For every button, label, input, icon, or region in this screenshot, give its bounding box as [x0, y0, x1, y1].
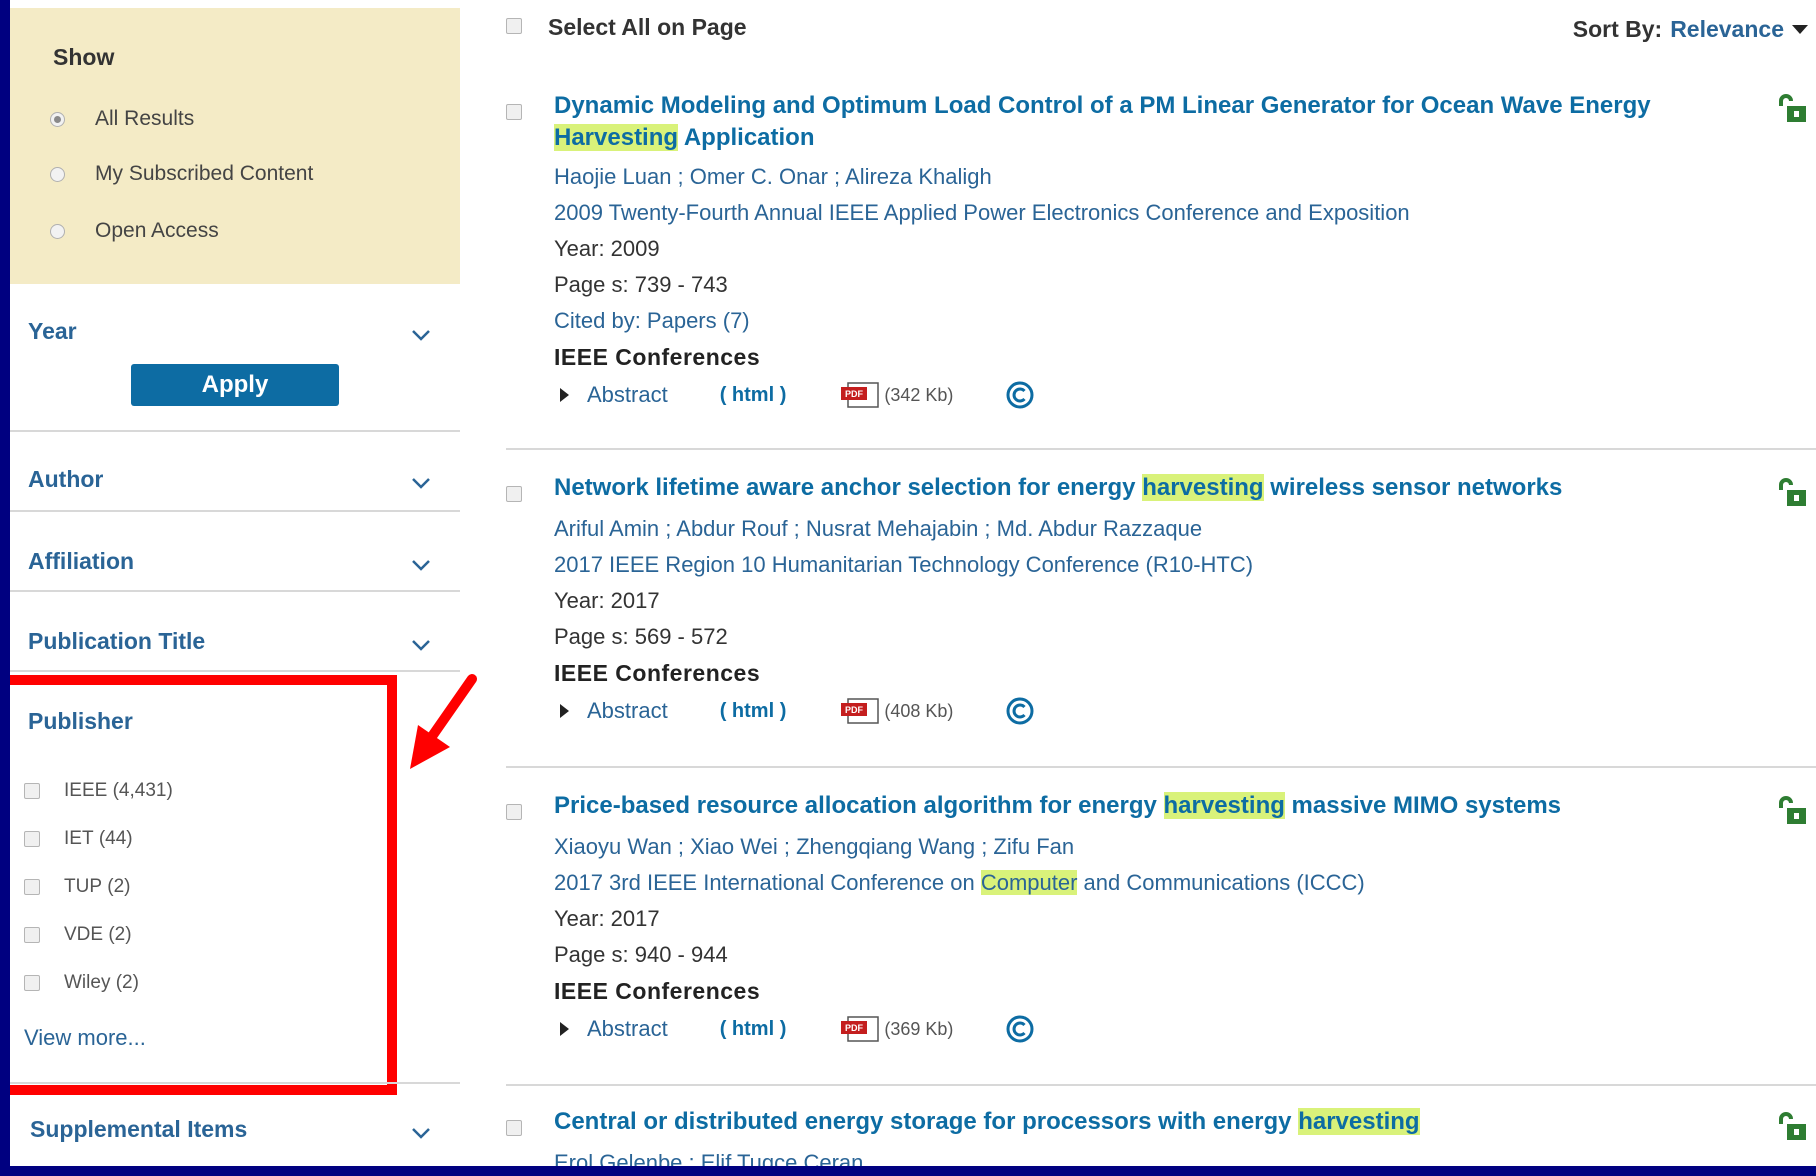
copyright-icon[interactable]: [1005, 696, 1035, 726]
result-type: IEEE Conferences: [554, 660, 761, 686]
result-checkbox[interactable]: [506, 1120, 522, 1136]
copyright-icon[interactable]: [1005, 380, 1035, 410]
result-item: Central or distributed energy storage fo…: [506, 1108, 1816, 1166]
html-link[interactable]: ( html ): [720, 700, 787, 723]
result-year: Year: 2009: [554, 236, 660, 261]
result-type: IEEE Conferences: [554, 344, 761, 370]
result-title-link[interactable]: Dynamic Modeling and Optimum Load Contro…: [554, 90, 1704, 154]
radio-button-icon[interactable]: [50, 166, 65, 182]
radio-label: All Results: [95, 107, 195, 130]
svg-text:PDF: PDF: [845, 389, 864, 399]
result-pages: Page s: 569 - 572: [554, 624, 728, 649]
result-title-link[interactable]: Price-based resource allocation algorith…: [554, 790, 1754, 822]
pdf-size: (408 Kb): [884, 700, 954, 721]
result-authors[interactable]: Erol Gelenbe ; Elif Tugce Ceran: [554, 1150, 863, 1166]
results-list: Select All on Page Sort By: Relevance Dy…: [506, 0, 1816, 1166]
result-venue[interactable]: 2017 3rd IEEE International Conference o…: [554, 870, 1365, 896]
search-results-page: Show All Results My Subscribed Content O…: [10, 0, 1816, 1166]
result-actions: Abstract ( html ) PDF (408 Kb): [554, 696, 1035, 726]
red-arrow-annotation: [410, 674, 477, 769]
divider: [506, 1084, 1816, 1086]
result-actions: Abstract ( html ) PDF (369 Kb): [554, 1014, 1035, 1044]
show-filter-panel: Show All Results My Subscribed Content O…: [10, 8, 460, 284]
html-link[interactable]: ( html ): [720, 1018, 787, 1041]
facet-title-publication-title[interactable]: Publication Title: [28, 628, 205, 655]
facet-title-affiliation[interactable]: Affiliation: [28, 548, 134, 575]
caret-down-icon[interactable]: [1792, 25, 1808, 34]
result-type: IEEE Conferences: [554, 978, 761, 1004]
abstract-toggle[interactable]: Abstract: [554, 698, 668, 724]
pdf-size: (342 Kb): [884, 384, 954, 405]
result-cited-by[interactable]: Cited by: Papers (7): [554, 308, 750, 334]
publication-title-facet[interactable]: Publication Title: [10, 590, 460, 672]
result-pages: Page s: 940 - 944: [554, 942, 728, 967]
sort-label: Sort By:: [1572, 16, 1663, 42]
result-pages: Page s: 739 - 743: [554, 272, 728, 297]
facet-title-author[interactable]: Author: [28, 466, 103, 493]
radio-my-subscribed-content[interactable]: My Subscribed Content: [50, 162, 313, 186]
pdf-icon[interactable]: PDF: [840, 1016, 880, 1042]
radio-button-icon[interactable]: [50, 111, 65, 127]
result-checkbox[interactable]: [506, 104, 522, 120]
result-authors[interactable]: Ariful Amin ; Abdur Rouf ; Nusrat Mehaja…: [554, 516, 1202, 542]
frame-border: [0, 1166, 1816, 1176]
caret-right-icon[interactable]: [560, 1022, 569, 1036]
divider: [506, 448, 1816, 450]
lock-open-icon: [1779, 94, 1806, 122]
lock-open-icon: [1779, 478, 1806, 506]
svg-text:PDF: PDF: [845, 1023, 864, 1033]
pdf-icon[interactable]: PDF: [840, 698, 880, 724]
result-checkbox[interactable]: [506, 804, 522, 820]
radio-label: Open Access: [95, 219, 219, 242]
caret-right-icon[interactable]: [560, 388, 569, 402]
svg-text:PDF: PDF: [845, 705, 864, 715]
result-authors[interactable]: Haojie Luan ; Omer C. Onar ; Alireza Kha…: [554, 164, 992, 190]
radio-all-results[interactable]: All Results: [50, 107, 194, 131]
result-authors[interactable]: Xiaoyu Wan ; Xiao Wei ; Zhengqiang Wang …: [554, 834, 1074, 860]
result-item: Dynamic Modeling and Optimum Load Contro…: [506, 92, 1816, 452]
apply-year-button[interactable]: Apply: [131, 364, 339, 406]
lock-open-icon: [1779, 1112, 1806, 1140]
sort-dropdown[interactable]: Sort By: Relevance: [1573, 16, 1808, 43]
result-venue[interactable]: 2009 Twenty-Fourth Annual IEEE Applied P…: [554, 200, 1410, 226]
lock-open-icon: [1779, 796, 1806, 824]
supplemental-items-facet[interactable]: Supplemental Items: [10, 1082, 460, 1164]
highlight-annotation-box: [10, 675, 397, 1095]
html-link[interactable]: ( html ): [720, 384, 787, 407]
chevron-down-icon[interactable]: [410, 472, 432, 494]
facet-title-supplemental-items[interactable]: Supplemental Items: [30, 1116, 247, 1143]
chevron-down-icon[interactable]: [410, 324, 432, 346]
radio-button-icon[interactable]: [50, 223, 65, 239]
result-item: Price-based resource allocation algorith…: [506, 792, 1816, 1086]
abstract-toggle[interactable]: Abstract: [554, 1016, 668, 1042]
affiliation-facet[interactable]: Affiliation: [10, 510, 460, 592]
caret-right-icon[interactable]: [560, 704, 569, 718]
result-item: Network lifetime aware anchor selection …: [506, 474, 1816, 768]
result-actions: Abstract ( html ) PDF (342 Kb): [554, 380, 1035, 410]
pdf-icon[interactable]: PDF: [840, 382, 880, 408]
chevron-down-icon[interactable]: [410, 554, 432, 576]
radio-label: My Subscribed Content: [95, 162, 314, 185]
abstract-toggle[interactable]: Abstract: [554, 382, 668, 408]
divider: [506, 766, 1816, 768]
chevron-down-icon[interactable]: [410, 634, 432, 656]
result-year: Year: 2017: [554, 588, 660, 613]
result-title-link[interactable]: Central or distributed energy storage fo…: [554, 1106, 1754, 1138]
author-facet[interactable]: Author: [10, 430, 460, 512]
pdf-size: (369 Kb): [884, 1018, 954, 1039]
copyright-icon[interactable]: [1005, 1014, 1035, 1044]
facet-title-year[interactable]: Year: [28, 318, 77, 345]
result-checkbox[interactable]: [506, 486, 522, 502]
year-facet: Year Apply: [10, 284, 460, 432]
filter-sidebar: Show All Results My Subscribed Content O…: [10, 0, 477, 1166]
select-all-label[interactable]: Select All on Page: [548, 14, 747, 41]
select-all-checkbox[interactable]: [506, 18, 522, 34]
chevron-down-icon[interactable]: [410, 1122, 432, 1144]
radio-open-access[interactable]: Open Access: [50, 219, 219, 243]
sort-value[interactable]: Relevance: [1670, 16, 1784, 43]
show-title: Show: [53, 44, 115, 70]
result-year: Year: 2017: [554, 906, 660, 931]
result-venue[interactable]: 2017 IEEE Region 10 Humanitarian Technol…: [554, 552, 1253, 578]
result-title-link[interactable]: Network lifetime aware anchor selection …: [554, 472, 1754, 504]
